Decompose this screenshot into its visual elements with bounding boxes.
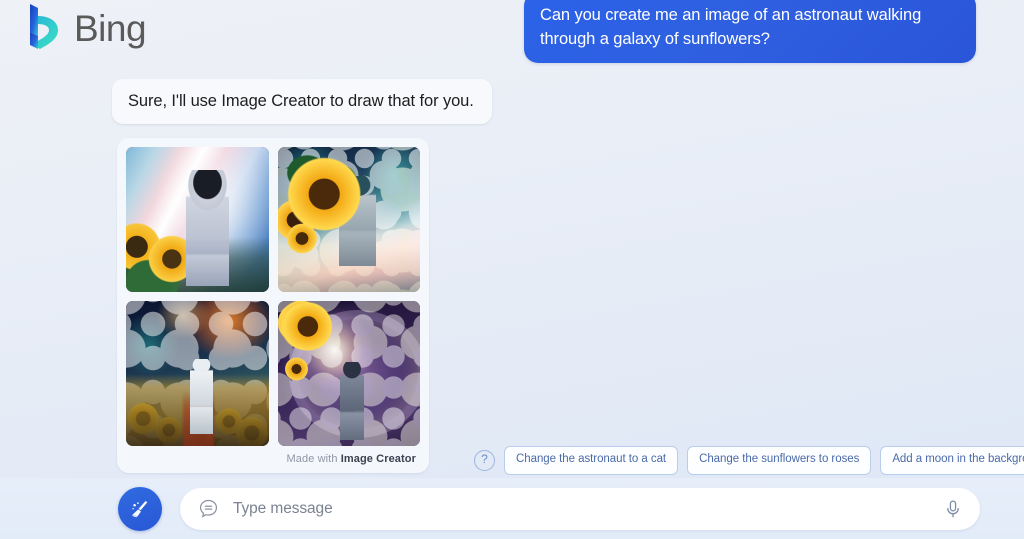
message-input-container[interactable] — [180, 487, 980, 530]
user-message-bubble: Can you create me an image of an astrona… — [524, 0, 976, 63]
generated-image-thumbnail[interactable] — [277, 147, 420, 292]
attribution-prefix: Made with — [286, 453, 338, 465]
generated-image-thumbnail[interactable] — [126, 301, 269, 446]
chat-transcript: Can you create me an image of an astrona… — [0, 0, 1024, 478]
image-grid — [126, 147, 420, 446]
assistant-message-bubble: Sure, I'll use Image Creator to draw tha… — [112, 79, 492, 124]
composer-bar — [0, 478, 1024, 539]
question-mark-icon[interactable]: ? — [474, 449, 495, 471]
suggestion-chip-3[interactable]: Add a moon in the background — [880, 446, 1024, 475]
microphone-icon[interactable] — [942, 498, 964, 520]
generated-image-thumbnail[interactable] — [277, 301, 420, 446]
image-results-card: Made with Image Creator — [117, 138, 429, 473]
suggestion-chip-2[interactable]: Change the sunflowers to roses — [687, 446, 872, 475]
generated-image-thumbnail[interactable] — [126, 147, 269, 292]
broom-sparkle-icon — [132, 500, 148, 517]
new-topic-broom-button[interactable] — [118, 486, 162, 531]
suggestion-chip-1[interactable]: Change the astronaut to a cat — [504, 446, 679, 475]
image-creator-attribution: Made with Image Creator — [126, 446, 420, 467]
chat-bubble-icon — [199, 499, 218, 518]
suggestion-chips-row: ? Change the astronaut to a cat Change t… — [474, 446, 1024, 475]
message-input[interactable] — [231, 498, 942, 519]
attribution-brand[interactable]: Image Creator — [341, 453, 416, 465]
